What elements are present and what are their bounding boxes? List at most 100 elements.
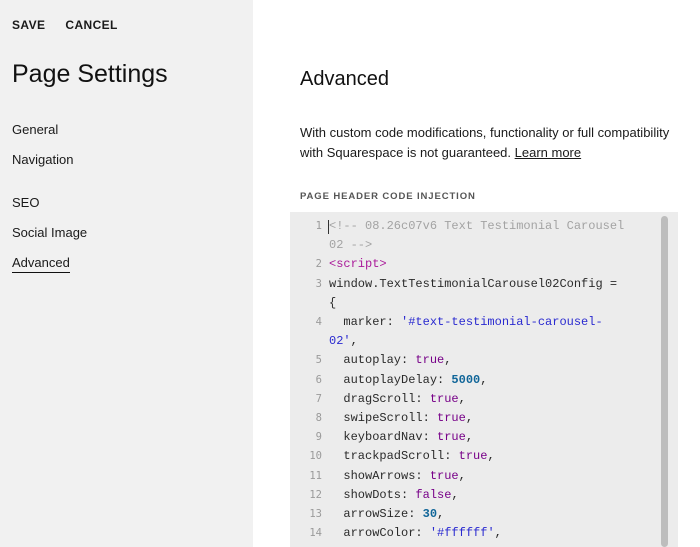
code-token: , xyxy=(437,507,445,521)
sidebar-item-navigation[interactable]: Navigation xyxy=(12,152,73,167)
code-token: '#ffffff' xyxy=(429,526,495,541)
main-panel: Advanced With custom code modifications,… xyxy=(253,0,700,547)
code-text: autoplay: true, xyxy=(329,351,451,370)
code-line: 1 <!-- 08.26c07v6 Text Testimonial Carous… xyxy=(290,217,660,236)
code-text: dragScroll: true, xyxy=(329,390,465,409)
code-text: 02 --> xyxy=(329,236,372,255)
code-line: 12 showDots: false, xyxy=(290,486,660,505)
code-token: swipeScroll: xyxy=(329,411,438,425)
code-token: showArrows: xyxy=(329,468,430,483)
code-token: , xyxy=(458,468,466,483)
text-cursor xyxy=(328,220,329,234)
code-token: 02' xyxy=(329,334,351,349)
cancel-button[interactable]: CANCEL xyxy=(65,18,117,32)
code-injection-label: PAGE HEADER CODE INJECTION xyxy=(300,191,476,202)
code-line: 2 <script> xyxy=(290,255,660,274)
code-text: <!-- 08.26c07v6 Text Testimonial Carouse… xyxy=(329,217,624,236)
line-number: 8 xyxy=(315,412,322,424)
code-token: <!-- 08.26c07v6 Text Testimonial Carouse… xyxy=(329,219,625,233)
code-token: arrowSize: xyxy=(329,507,423,521)
code-text: 02', xyxy=(329,332,358,351)
code-line: 02 --> xyxy=(290,236,660,255)
description-line-2: with Squarespace is not guaranteed. xyxy=(300,145,515,160)
code-token: keyboardNav: xyxy=(329,430,438,445)
code-token: 02 --> xyxy=(329,238,373,253)
code-line: 13 arrowSize: 30, xyxy=(290,505,660,524)
code-line: 5 autoplay: true, xyxy=(290,351,660,370)
line-number: 5 xyxy=(315,354,322,367)
code-line: 3 window.TextTestimonialCarousel02Config … xyxy=(290,275,660,294)
code-token: true xyxy=(429,391,459,406)
code-token: { xyxy=(329,295,337,310)
line-number: 2 xyxy=(315,258,322,271)
code-token: true xyxy=(437,411,466,425)
code-editor[interactable]: 1 <!-- 08.26c07v6 Text Testimonial Carous… xyxy=(290,212,678,547)
code-text: showDots: false, xyxy=(329,486,459,505)
section-description: With custom code modifications, function… xyxy=(300,123,695,163)
code-token: autoplayDelay: xyxy=(329,372,452,387)
code-token: , xyxy=(480,372,488,387)
code-text: marker: '#text-testimonial-carousel- xyxy=(329,313,603,332)
sidebar-item-social-image[interactable]: Social Image xyxy=(12,225,87,240)
panel-title: Page Settings xyxy=(12,60,168,88)
code-token: '#text-testimonial-carousel- xyxy=(401,315,603,329)
line-number: 7 xyxy=(315,392,322,405)
code-token: false xyxy=(415,487,452,502)
code-line: { xyxy=(290,294,660,313)
line-number: 3 xyxy=(315,277,322,290)
code-token: , xyxy=(494,526,502,541)
code-text: { xyxy=(329,294,336,313)
code-token: true xyxy=(458,449,488,464)
code-text: trackpadScroll: true, xyxy=(329,447,495,466)
code-token: autoplay: xyxy=(329,353,416,368)
code-token: marker: xyxy=(329,315,402,329)
line-number: 10 xyxy=(309,450,322,463)
line-number: 14 xyxy=(309,527,322,540)
code-token: , xyxy=(465,430,474,445)
code-token: arrowColor: xyxy=(329,526,430,541)
code-text: autoplayDelay: 5000, xyxy=(329,371,487,390)
learn-more-link[interactable]: Learn more xyxy=(515,145,581,160)
code-text: swipeScroll: true, xyxy=(329,409,473,428)
code-token: 5000 xyxy=(451,372,481,387)
line-number: 1 xyxy=(315,220,322,232)
sidebar-item-advanced[interactable]: Advanced xyxy=(12,255,70,273)
code-editor-scrollbar[interactable] xyxy=(661,216,668,547)
code-text: showArrows: true, xyxy=(329,467,466,486)
line-number: 9 xyxy=(315,431,322,444)
line-number: 12 xyxy=(309,488,322,501)
code-token: showDots: xyxy=(329,487,416,502)
code-token: dragScroll: xyxy=(329,391,430,406)
line-number: 6 xyxy=(315,373,322,386)
section-heading: Advanced xyxy=(300,68,389,90)
code-token: , xyxy=(487,449,495,464)
save-button[interactable]: SAVE xyxy=(12,18,45,32)
sidebar-item-seo[interactable]: SEO xyxy=(12,195,39,210)
code-token: trackpadScroll: xyxy=(329,449,459,464)
code-token: , xyxy=(451,487,459,502)
code-line: 14 arrowColor: '#ffffff', xyxy=(290,524,660,543)
code-line: 7 dragScroll: true, xyxy=(290,390,660,409)
code-line: 11 showArrows: true, xyxy=(290,467,660,486)
code-token: true xyxy=(415,353,445,368)
code-text: window.TextTestimonialCarousel02Config = xyxy=(329,275,617,294)
code-line: 6 autoplayDelay: 5000, xyxy=(290,371,660,390)
sidebar-item-general[interactable]: General xyxy=(12,122,58,137)
code-line: 8 swipeScroll: true, xyxy=(290,409,660,428)
code-text: arrowSize: 30, xyxy=(329,505,444,524)
code-line: 02', xyxy=(290,332,660,351)
code-token: 30 xyxy=(422,507,438,521)
code-line: 4 marker: '#text-testimonial-carousel- xyxy=(290,313,660,332)
settings-sidebar: SAVE CANCEL Page Settings General Naviga… xyxy=(0,0,253,547)
code-token: , xyxy=(350,334,358,349)
code-line: 10 trackpadScroll: true, xyxy=(290,447,660,466)
line-number: 11 xyxy=(309,469,322,482)
code-token: , xyxy=(444,353,452,368)
description-line-1: With custom code modifications, function… xyxy=(300,125,670,140)
code-token: true xyxy=(429,468,459,483)
code-text: keyboardNav: true, xyxy=(329,428,473,447)
top-actions: SAVE CANCEL xyxy=(12,18,118,32)
code-line: 9 keyboardNav: true, xyxy=(290,428,660,447)
code-token: true xyxy=(437,430,466,445)
line-number: 13 xyxy=(309,508,322,520)
